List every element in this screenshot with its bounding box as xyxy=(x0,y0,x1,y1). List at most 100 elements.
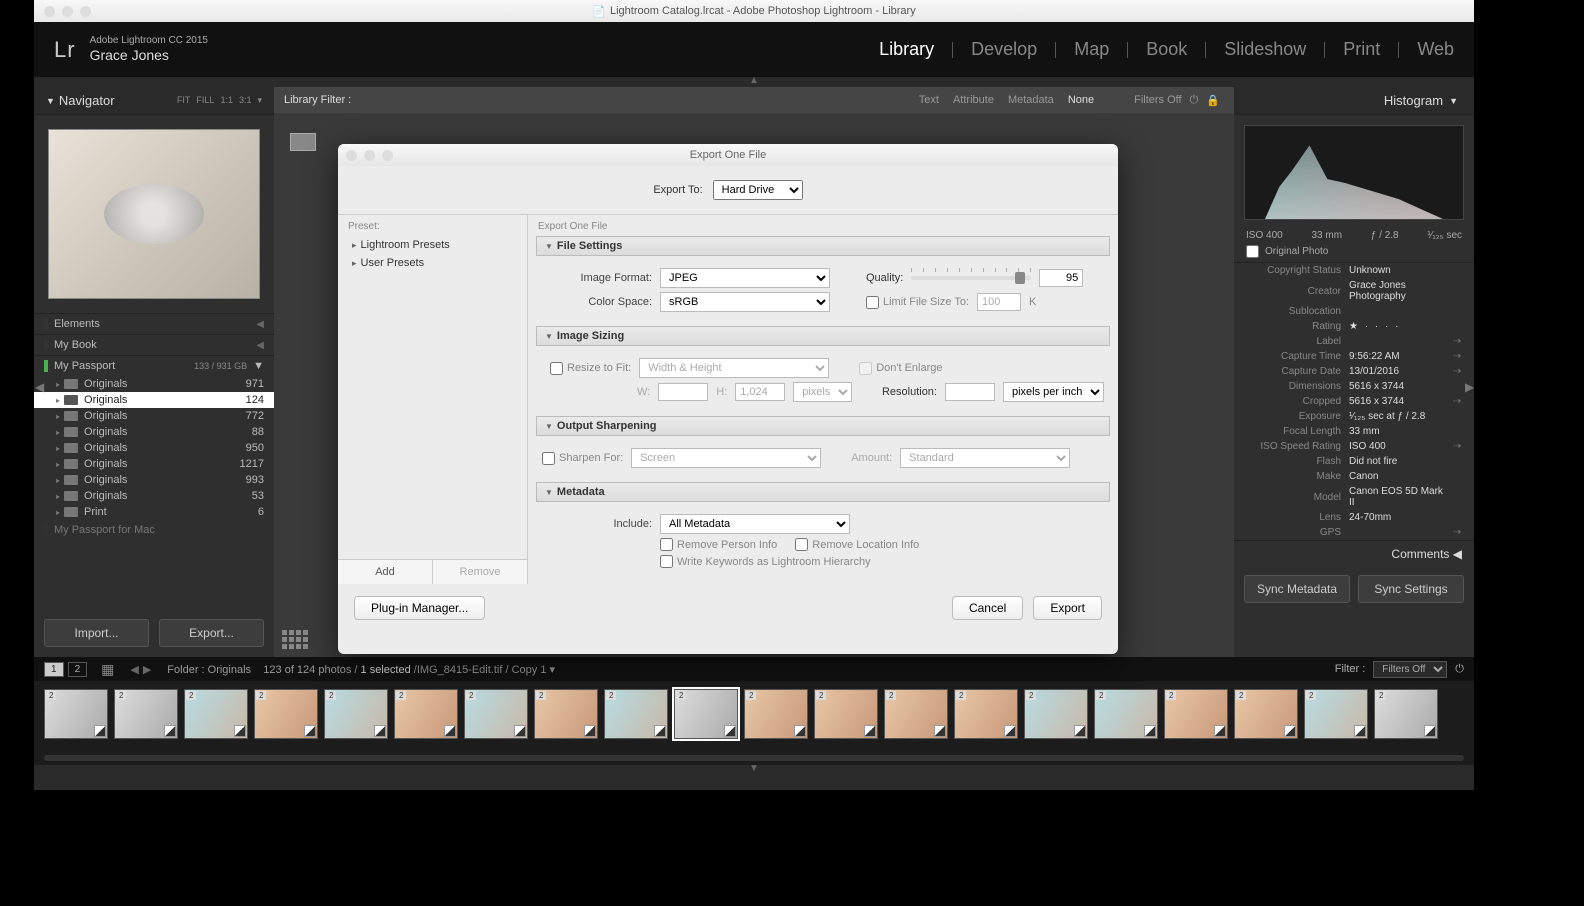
resolution-input[interactable] xyxy=(945,383,995,401)
lock-icon[interactable]: 🔒 xyxy=(1206,94,1220,107)
export-confirm-button[interactable]: Export xyxy=(1033,596,1102,620)
left-panel-collapse[interactable]: ◀ xyxy=(35,380,44,394)
filmstrip-thumb[interactable]: 2 xyxy=(394,689,458,739)
nav-fill[interactable]: FILL xyxy=(196,95,214,106)
dialog-titlebar[interactable]: Export One File xyxy=(338,144,1118,166)
cancel-button[interactable]: Cancel xyxy=(952,596,1023,620)
nav-3to1[interactable]: 3:1 xyxy=(239,95,252,106)
filmstrip-thumb[interactable]: 2 xyxy=(254,689,318,739)
resize-mode-select[interactable]: Width & Height xyxy=(639,358,829,378)
right-panel-collapse[interactable]: ▶ xyxy=(1465,380,1474,394)
metadata-include-select[interactable]: All Metadata xyxy=(660,514,850,534)
width-input[interactable] xyxy=(658,383,708,401)
filter-text[interactable]: Text xyxy=(919,94,939,106)
sync-metadata-button[interactable]: Sync Metadata xyxy=(1244,575,1350,603)
folder-path[interactable]: Folder : Originals xyxy=(167,664,251,676)
filmstrip-thumb[interactable]: 2 xyxy=(534,689,598,739)
filmstrip-thumb[interactable]: 2 xyxy=(464,689,528,739)
grid-icon[interactable]: ▦ xyxy=(101,661,114,678)
original-photo-checkbox[interactable]: Original Photo xyxy=(1234,241,1474,263)
export-to-select[interactable]: Hard Drive xyxy=(713,180,803,200)
resolution-units-select[interactable]: pixels per inch xyxy=(1003,382,1104,402)
preset-user[interactable]: User Presets xyxy=(338,254,527,272)
filter-metadata[interactable]: Metadata xyxy=(1008,94,1054,106)
filter-attribute[interactable]: Attribute xyxy=(953,94,994,106)
quality-input[interactable] xyxy=(1039,269,1083,287)
folder-row[interactable]: ▸Originals1217 xyxy=(34,456,274,472)
panel-collapse-top[interactable]: ▲ xyxy=(34,77,1474,87)
navigator-preview[interactable] xyxy=(48,129,260,299)
quality-slider[interactable] xyxy=(911,276,1031,280)
write-keywords-checkbox[interactable]: Write Keywords as Lightroom Hierarchy xyxy=(660,555,871,568)
module-library[interactable]: Library xyxy=(879,39,934,60)
export-button[interactable]: Export... xyxy=(159,619,264,647)
module-book[interactable]: Book xyxy=(1146,39,1187,60)
volume-truncated[interactable]: My Passport for Mac xyxy=(34,520,274,540)
filmstrip-thumb[interactable]: 2 xyxy=(1094,689,1158,739)
module-web[interactable]: Web xyxy=(1417,39,1454,60)
limit-filesize-checkbox[interactable]: Limit File Size To: xyxy=(866,296,969,309)
section-file-settings[interactable]: File Settings xyxy=(536,236,1110,256)
remove-location-checkbox[interactable]: Remove Location Info xyxy=(795,538,919,551)
sharpen-checkbox[interactable]: Sharpen For: xyxy=(542,452,623,465)
plugin-manager-button[interactable]: Plug-in Manager... xyxy=(354,596,485,620)
module-map[interactable]: Map xyxy=(1074,39,1109,60)
grid-view-icon[interactable] xyxy=(282,630,308,649)
folder-row[interactable]: ▸Originals53 xyxy=(34,488,274,504)
filter-switch-icon[interactable]: ⏻ xyxy=(1190,94,1199,107)
filmstrip-thumb[interactable]: 2 xyxy=(44,689,108,739)
folder-row[interactable]: ▸Originals993 xyxy=(34,472,274,488)
filmstrip-thumb[interactable]: 2 xyxy=(1024,689,1088,739)
module-print[interactable]: Print xyxy=(1343,39,1380,60)
folder-row[interactable]: ▸Originals88 xyxy=(34,424,274,440)
histogram-header[interactable]: Histogram▼ xyxy=(1234,87,1474,115)
filter-switch-icon[interactable]: ⏻ xyxy=(1455,663,1464,676)
dont-enlarge-checkbox[interactable]: Don't Enlarge xyxy=(859,362,942,375)
filmstrip-thumb[interactable]: 2 xyxy=(1234,689,1298,739)
filter-none[interactable]: None xyxy=(1068,94,1094,106)
sharpen-amount-select[interactable]: Standard xyxy=(900,448,1070,468)
nav-fit[interactable]: FIT xyxy=(177,95,191,106)
import-button[interactable]: Import... xyxy=(44,619,149,647)
section-metadata[interactable]: Metadata xyxy=(536,482,1110,502)
filmstrip-filter-select[interactable]: Filters Off xyxy=(1373,661,1447,678)
section-image-sizing[interactable]: Image Sizing xyxy=(536,326,1110,346)
filmstrip-thumb[interactable]: 2 xyxy=(744,689,808,739)
filmstrip-thumb[interactable]: 2 xyxy=(814,689,878,739)
filmstrip[interactable]: 22222222222222222222 xyxy=(34,681,1474,755)
resize-checkbox[interactable]: Resize to Fit: xyxy=(550,362,631,375)
filmstrip-thumb[interactable]: 2 xyxy=(184,689,248,739)
folder-row[interactable]: ▸Originals950 xyxy=(34,440,274,456)
nav-back-icon[interactable]: ◀ xyxy=(130,664,138,676)
nav-1to1[interactable]: 1:1 xyxy=(220,95,233,106)
volume-mypassport[interactable]: My Passport133 / 931 GB▼ xyxy=(34,356,274,376)
page-1[interactable]: 1 xyxy=(44,662,64,677)
comments-header[interactable]: Comments ◀ xyxy=(1234,540,1474,567)
chevron-down-icon[interactable]: ▾ xyxy=(257,95,262,106)
filmstrip-thumb[interactable]: 2 xyxy=(114,689,178,739)
filmstrip-thumb[interactable]: 2 xyxy=(604,689,668,739)
filmstrip-thumb[interactable]: 2 xyxy=(884,689,948,739)
grid-cell[interactable] xyxy=(290,133,316,151)
section-sharpening[interactable]: Output Sharpening xyxy=(536,416,1110,436)
traffic-lights[interactable] xyxy=(44,6,91,17)
navigator-header[interactable]: ▼Navigator FIT FILL 1:1 3:1 ▾ xyxy=(34,87,274,115)
color-space-select[interactable]: sRGB xyxy=(660,292,830,312)
preset-remove-button[interactable]: Remove xyxy=(433,560,527,584)
nav-forward-icon[interactable]: ▶ xyxy=(143,664,151,676)
preset-lightroom[interactable]: Lightroom Presets xyxy=(338,236,527,254)
chevron-down-icon[interactable]: ▾ xyxy=(550,664,556,676)
size-units-select[interactable]: pixels xyxy=(793,382,852,402)
filmstrip-thumb[interactable]: 2 xyxy=(674,689,738,739)
histogram-chart[interactable] xyxy=(1244,125,1464,220)
volume-mybook[interactable]: My Book◀ xyxy=(34,335,274,355)
folder-row[interactable]: ▸Originals971 xyxy=(34,376,274,392)
module-develop[interactable]: Develop xyxy=(971,39,1037,60)
panel-collapse-bottom[interactable]: ▼ xyxy=(34,765,1474,775)
filters-off-toggle[interactable]: Filters Off xyxy=(1134,94,1181,106)
sharpen-for-select[interactable]: Screen xyxy=(631,448,821,468)
folder-row[interactable]: ▸Originals124 xyxy=(34,392,274,408)
filmstrip-thumb[interactable]: 2 xyxy=(954,689,1018,739)
filmstrip-thumb[interactable]: 2 xyxy=(1304,689,1368,739)
filmstrip-thumb[interactable]: 2 xyxy=(1164,689,1228,739)
